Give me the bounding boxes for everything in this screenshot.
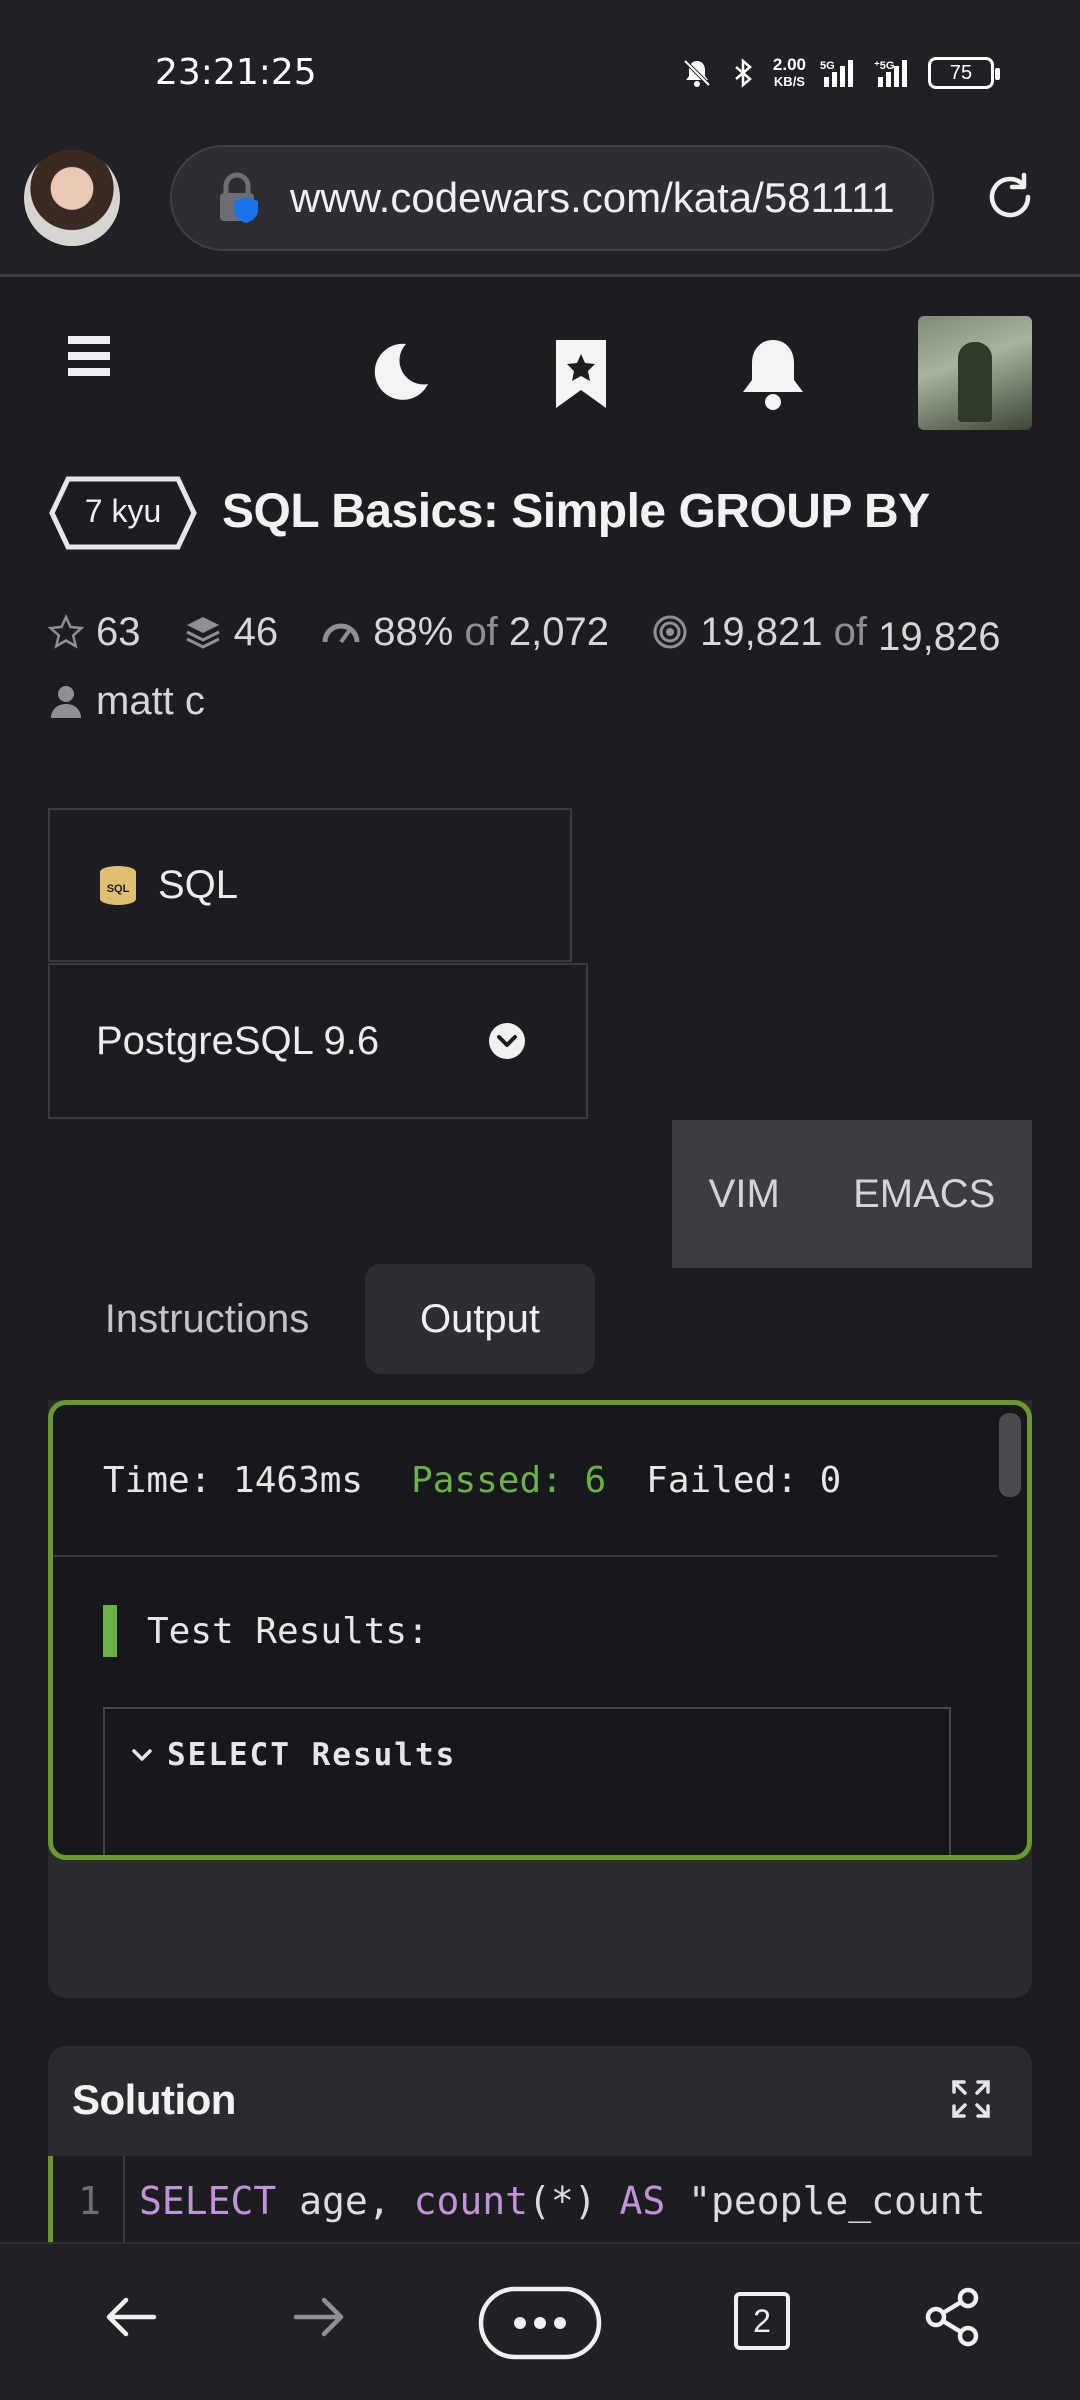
user-profile-avatar[interactable] (918, 316, 1032, 430)
code-text[interactable]: SELECT age, count (*) AS "people_count (123, 2156, 986, 2246)
site-navbar (0, 280, 1080, 455)
test-results-heading: Test Results: (103, 1605, 429, 1657)
collections-count: 46 (233, 610, 279, 654)
select-results-label: SELECT Results (167, 1737, 457, 1773)
more-menu-icon[interactable] (478, 2286, 602, 2360)
satisfaction-total: 2,072 (508, 610, 610, 654)
stars-stat[interactable]: 63 (48, 600, 141, 664)
passed-count: Passed: 6 (411, 1459, 607, 1501)
select-results-group: SELECT Results (103, 1707, 951, 1855)
code-segment: (*) (527, 2179, 620, 2223)
completions-total: 19,826 (878, 615, 1001, 659)
browser-profile-avatar[interactable] (24, 150, 120, 246)
author-name: matt c (96, 679, 205, 723)
code-keyword-as: AS (619, 2179, 666, 2223)
layers-icon (185, 617, 220, 649)
completions-stat: 19,821 of (652, 600, 867, 664)
network-speed: 2.00 KB/S (773, 56, 806, 90)
status-bar: 23:21:25 2.00 KB/S 5G ⁺5G 75 (0, 0, 1080, 145)
expand-fullscreen-icon[interactable] (950, 2078, 992, 2120)
version-dropdown[interactable]: PostgreSQL 9.6 (48, 963, 588, 1119)
line-number: 1 (78, 2179, 101, 2223)
status-icons: 2.00 KB/S 5G ⁺5G 75 (681, 56, 1000, 90)
back-arrow-icon[interactable] (98, 2284, 164, 2350)
result-status-bar (103, 1605, 117, 1657)
code-keyword-select: SELECT (139, 2179, 277, 2223)
stars-count: 63 (96, 610, 141, 654)
browser-bottom-nav: 2 (0, 2242, 1080, 2400)
bookmark-icon[interactable] (552, 336, 610, 412)
code-segment: age, (276, 2179, 414, 2223)
collections-stat[interactable]: 46 (184, 600, 279, 664)
dark-mode-moon-icon[interactable] (366, 338, 432, 404)
tab-output[interactable]: Output (365, 1264, 595, 1374)
signal-5g-2-icon: ⁺5G (874, 60, 907, 87)
svg-text:5G: 5G (820, 60, 835, 72)
browser-address-bar: www.codewars.com/kata/581111 (0, 145, 1080, 277)
emacs-mode-button[interactable]: EMACS (853, 1172, 995, 1217)
completions-count: 19,821 (700, 610, 823, 654)
run-time: Time: 1463ms (103, 1459, 364, 1501)
author-stat[interactable]: matt c (48, 669, 205, 733)
code-string: "people_count (665, 2179, 986, 2223)
language-selector[interactable]: SQL SQL (48, 808, 572, 962)
signal-5g-icon: 5G (820, 60, 853, 87)
network-speed-unit: KB/S (773, 74, 805, 89)
output-summary: Time: 1463ms Passed: 6 Failed: 0 (53, 1405, 997, 1557)
url-text: www.codewars.com/kata/581111 (290, 174, 895, 221)
gauge-icon (322, 623, 360, 644)
svg-text:⁺5G: ⁺5G (874, 60, 894, 72)
bluetooth-icon (735, 58, 752, 88)
mute-bell-icon (683, 59, 711, 87)
battery-indicator: 75 (928, 57, 1000, 89)
select-results-toggle[interactable]: SELECT Results (105, 1709, 949, 1773)
sql-database-icon: SQL (100, 866, 136, 905)
url-field[interactable]: www.codewars.com/kata/581111 (170, 145, 934, 251)
kata-stats: 63 46 88% of 2,072 19,821 of 19,826 matt… (48, 600, 1048, 738)
kata-title: SQL Basics: Simple GROUP BY (222, 485, 930, 538)
test-results-label: Test Results: (147, 1610, 429, 1652)
share-icon[interactable] (920, 2284, 986, 2350)
kyu-rank-label: 7 kyu (84, 493, 162, 529)
satisfaction-stat: 88% of 2,072 (321, 600, 609, 664)
svg-text:SQL: SQL (107, 883, 130, 895)
completions-of: of (833, 610, 867, 654)
language-name: SQL (158, 862, 239, 907)
secure-lock-icon[interactable] (214, 171, 268, 225)
user-icon (51, 686, 81, 718)
chevron-down-icon (132, 1749, 152, 1761)
output-scrollbar[interactable] (999, 1413, 1021, 1497)
tab-instructions[interactable]: Instructions (72, 1264, 342, 1374)
editor-mode-toggle: VIM EMACS (672, 1120, 1032, 1268)
tabs-switcher-button[interactable]: 2 (734, 2292, 790, 2350)
language-version: PostgreSQL 9.6 (96, 1018, 380, 1063)
failed-count: Failed: 0 (646, 1459, 842, 1501)
forward-arrow-icon[interactable] (286, 2284, 352, 2350)
chevron-down-circle-icon (489, 1023, 525, 1059)
satisfaction-percent: 88% (373, 610, 454, 654)
vim-mode-button[interactable]: VIM (709, 1172, 780, 1217)
star-icon (48, 614, 84, 649)
menu-icon[interactable] (66, 332, 114, 380)
solution-panel: Solution 1 SELECT age, count (*) AS "peop… (48, 2046, 1032, 2246)
solution-title: Solution (72, 2076, 236, 2123)
network-speed-value: 2.00 (772, 55, 806, 74)
satisfaction-of: of (464, 610, 498, 654)
reload-icon[interactable] (980, 167, 1040, 227)
target-icon (653, 615, 687, 649)
clock: 23:21:25 (155, 52, 317, 93)
code-function-count: count (413, 2179, 528, 2223)
output-panel: Time: 1463ms Passed: 6 Failed: 0 Test Re… (48, 1400, 1032, 1860)
code-editor-line[interactable]: 1 SELECT age, count (*) AS "people_count (48, 2156, 1032, 2246)
notifications-bell-icon[interactable] (738, 336, 808, 412)
